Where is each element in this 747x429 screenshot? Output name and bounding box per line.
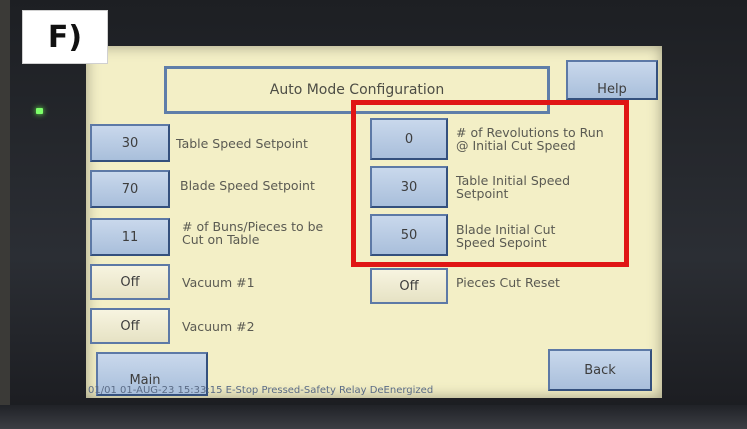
buns-pieces-count-value: 11	[121, 229, 139, 245]
vacuum-2-value: Off	[120, 318, 140, 334]
blade-speed-setpoint-value: 70	[121, 181, 139, 197]
blade-speed-setpoint-label: Blade Speed Setpoint	[180, 178, 315, 193]
pieces-cut-reset-button[interactable]: Off	[370, 268, 448, 304]
vacuum-1-value: Off	[120, 274, 140, 290]
pieces-cut-reset-value: Off	[399, 278, 419, 294]
pieces-cut-reset-label: Pieces Cut Reset	[456, 275, 560, 290]
table-speed-setpoint-value: 30	[121, 135, 139, 151]
table-speed-setpoint-button[interactable]: 30	[90, 124, 170, 162]
highlight-box	[351, 100, 629, 267]
bezel-bottom	[0, 405, 747, 429]
power-led-icon	[36, 108, 43, 114]
buns-pieces-count-label-line2: Cut on Table	[182, 232, 260, 247]
back-button-label: Back	[584, 362, 616, 378]
help-button[interactable]: Help	[566, 60, 658, 100]
buns-pieces-count-button[interactable]: 11	[90, 218, 170, 256]
alarm-status-line: 01/01 01-AUG-23 15:33:15 E-Stop Pressed-…	[88, 385, 434, 396]
bezel-edge	[0, 0, 10, 429]
blade-speed-setpoint-button[interactable]: 70	[90, 170, 170, 208]
help-button-label: Help	[597, 81, 627, 97]
panel-label: F)	[22, 10, 108, 64]
vacuum-1-toggle[interactable]: Off	[90, 264, 170, 300]
vacuum-2-label: Vacuum #2	[182, 319, 255, 334]
vacuum-1-label: Vacuum #1	[182, 275, 255, 290]
table-speed-setpoint-label: Table Speed Setpoint	[176, 136, 308, 151]
vacuum-2-toggle[interactable]: Off	[90, 308, 170, 344]
